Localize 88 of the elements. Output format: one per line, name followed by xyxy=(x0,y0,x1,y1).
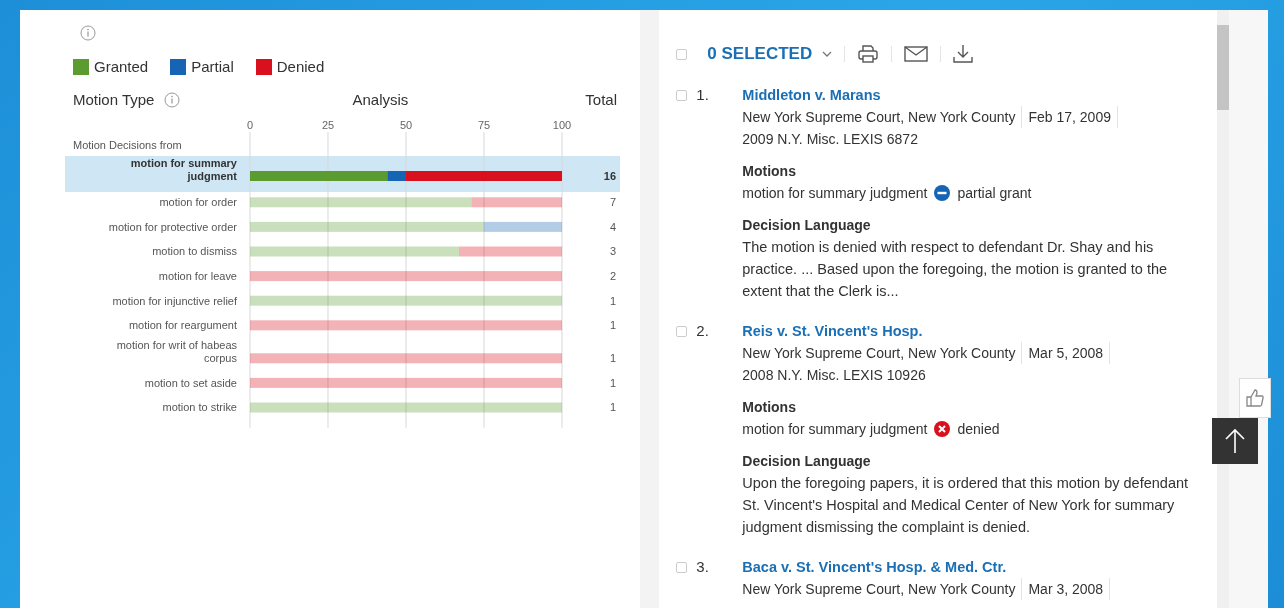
tick-label: 50 xyxy=(399,119,413,131)
column-header: Analysis xyxy=(352,91,409,108)
bar-segment[interactable] xyxy=(250,377,562,388)
bar-segment[interactable] xyxy=(484,221,562,232)
section-heading: Motions xyxy=(742,398,797,417)
denied-status-icon xyxy=(934,421,951,437)
bar-segment[interactable] xyxy=(250,197,472,208)
category-label[interactable]: motion for leave xyxy=(158,270,237,283)
total-value: 2 xyxy=(609,270,616,283)
motion-name: motion for summary judgment xyxy=(742,420,928,439)
print-icon[interactable] xyxy=(857,44,880,64)
caret-icon xyxy=(822,51,833,57)
section-heading: Decision Language xyxy=(742,452,872,471)
result-checkbox[interactable] xyxy=(676,562,688,573)
decision-date: Feb 17, 2009 xyxy=(1022,106,1118,128)
bar-segment[interactable] xyxy=(471,197,562,208)
tick-label: 25 xyxy=(321,119,335,131)
select-all-checkbox[interactable] xyxy=(676,48,688,60)
citation: 2009 N.Y. Misc. LEXIS 6872 xyxy=(742,130,919,149)
info-icon[interactable] xyxy=(80,25,96,41)
section-heading: Motions xyxy=(742,162,797,181)
result-checkbox[interactable] xyxy=(676,90,688,101)
bar-segment[interactable] xyxy=(250,295,562,306)
result-checkbox[interactable] xyxy=(676,326,688,337)
total-value: 1 xyxy=(609,352,616,365)
decision-date: Mar 5, 2008 xyxy=(1022,342,1111,364)
scrollbar-thumb[interactable] xyxy=(1216,25,1230,110)
category-label[interactable]: motion to strike xyxy=(162,401,237,414)
bar-segment[interactable] xyxy=(459,246,562,257)
bar-segment[interactable] xyxy=(250,221,484,232)
bar-segment[interactable] xyxy=(406,171,562,181)
section-heading: Decision Language xyxy=(742,216,872,235)
motion-name: motion for summary judgment xyxy=(742,184,928,203)
category-label[interactable]: motion to set aside xyxy=(144,376,237,389)
selected-count-dropdown[interactable]: 0 SELECTED xyxy=(707,44,833,64)
legend-label: Partial xyxy=(191,58,234,75)
case-title-link[interactable]: Baca v. St. Vincent's Hosp. & Med. Ctr. xyxy=(742,559,1007,575)
category-label[interactable]: motion to dismiss xyxy=(152,245,237,258)
arrow-up-icon xyxy=(1224,428,1246,454)
legend-label: Denied xyxy=(276,58,325,75)
tick-label: 100 xyxy=(552,119,572,131)
category-label[interactable]: motion for injunctive relief xyxy=(112,294,237,307)
case-title-link[interactable]: Middleton v. Marans xyxy=(742,87,881,103)
court-name: New York Supreme Court, New York County xyxy=(742,106,1023,128)
result-number: 2. xyxy=(696,321,710,341)
category-label[interactable]: motion for protective order xyxy=(108,220,237,233)
total-value: 1 xyxy=(609,319,616,332)
download-icon[interactable] xyxy=(953,44,974,64)
category-label[interactable]: motion for writ of habeas corpus xyxy=(116,339,237,365)
tick-label: 0 xyxy=(246,119,254,131)
total-value: 1 xyxy=(609,376,616,389)
axis-title: Motion Decisions from xyxy=(73,139,182,151)
category-label[interactable]: motion for reargument xyxy=(128,319,237,332)
motion-outcome: denied xyxy=(957,420,1000,439)
total-value: 16 xyxy=(603,170,616,182)
bar-segment[interactable] xyxy=(250,271,562,282)
thumbs-up-icon xyxy=(1245,388,1266,408)
bar-segment[interactable] xyxy=(387,171,406,181)
info-icon[interactable] xyxy=(164,91,181,108)
legend-label: Granted xyxy=(94,58,149,75)
court-name: New York Supreme Court, New York County xyxy=(742,578,1023,600)
case-title-link[interactable]: Reis v. St. Vincent's Hosp. xyxy=(742,323,923,339)
bar-segment[interactable] xyxy=(250,353,562,364)
decision-excerpt: The motion is denied with respect to defendant Dr. Shay and his practice. ... Based upon the foregoing, the motion is granted to the extent that the Clerk is... xyxy=(742,238,1169,301)
motion-outcome: partial grant xyxy=(957,184,1032,203)
total-value: 1 xyxy=(609,294,616,307)
category-label[interactable]: motion for order xyxy=(159,196,237,209)
total-value: 7 xyxy=(609,196,616,209)
result-number: 1. xyxy=(696,85,710,105)
citation: 2008 N.Y. Misc. LEXIS 10926 xyxy=(742,366,927,385)
mail-icon[interactable] xyxy=(904,46,929,62)
bar-segment[interactable] xyxy=(250,171,388,181)
result-number: 3. xyxy=(696,557,710,577)
bar-segment[interactable] xyxy=(250,246,460,257)
total-value: 4 xyxy=(609,220,616,233)
decision-excerpt: Upon the foregoing papers, it is ordered that this motion by defendant St. Vincent's Hospital and Medical Center of New York for summary judgment dismissing the complaint is denied. xyxy=(742,474,1190,537)
bar-segment[interactable] xyxy=(250,402,562,413)
tick-label: 75 xyxy=(477,119,491,131)
total-value: 3 xyxy=(609,245,616,258)
decision-date: Mar 3, 2008 xyxy=(1022,578,1111,600)
column-header: Motion Type xyxy=(73,91,155,108)
total-value: 1 xyxy=(609,401,616,414)
back-to-top-button[interactable] xyxy=(1212,418,1258,464)
bar-segment[interactable] xyxy=(250,320,562,331)
partial-status-icon xyxy=(934,185,951,201)
column-header: Total xyxy=(585,91,617,108)
category-label[interactable]: motion for summary judgment xyxy=(130,157,237,182)
court-name: New York Supreme Court, New York County xyxy=(742,342,1023,364)
